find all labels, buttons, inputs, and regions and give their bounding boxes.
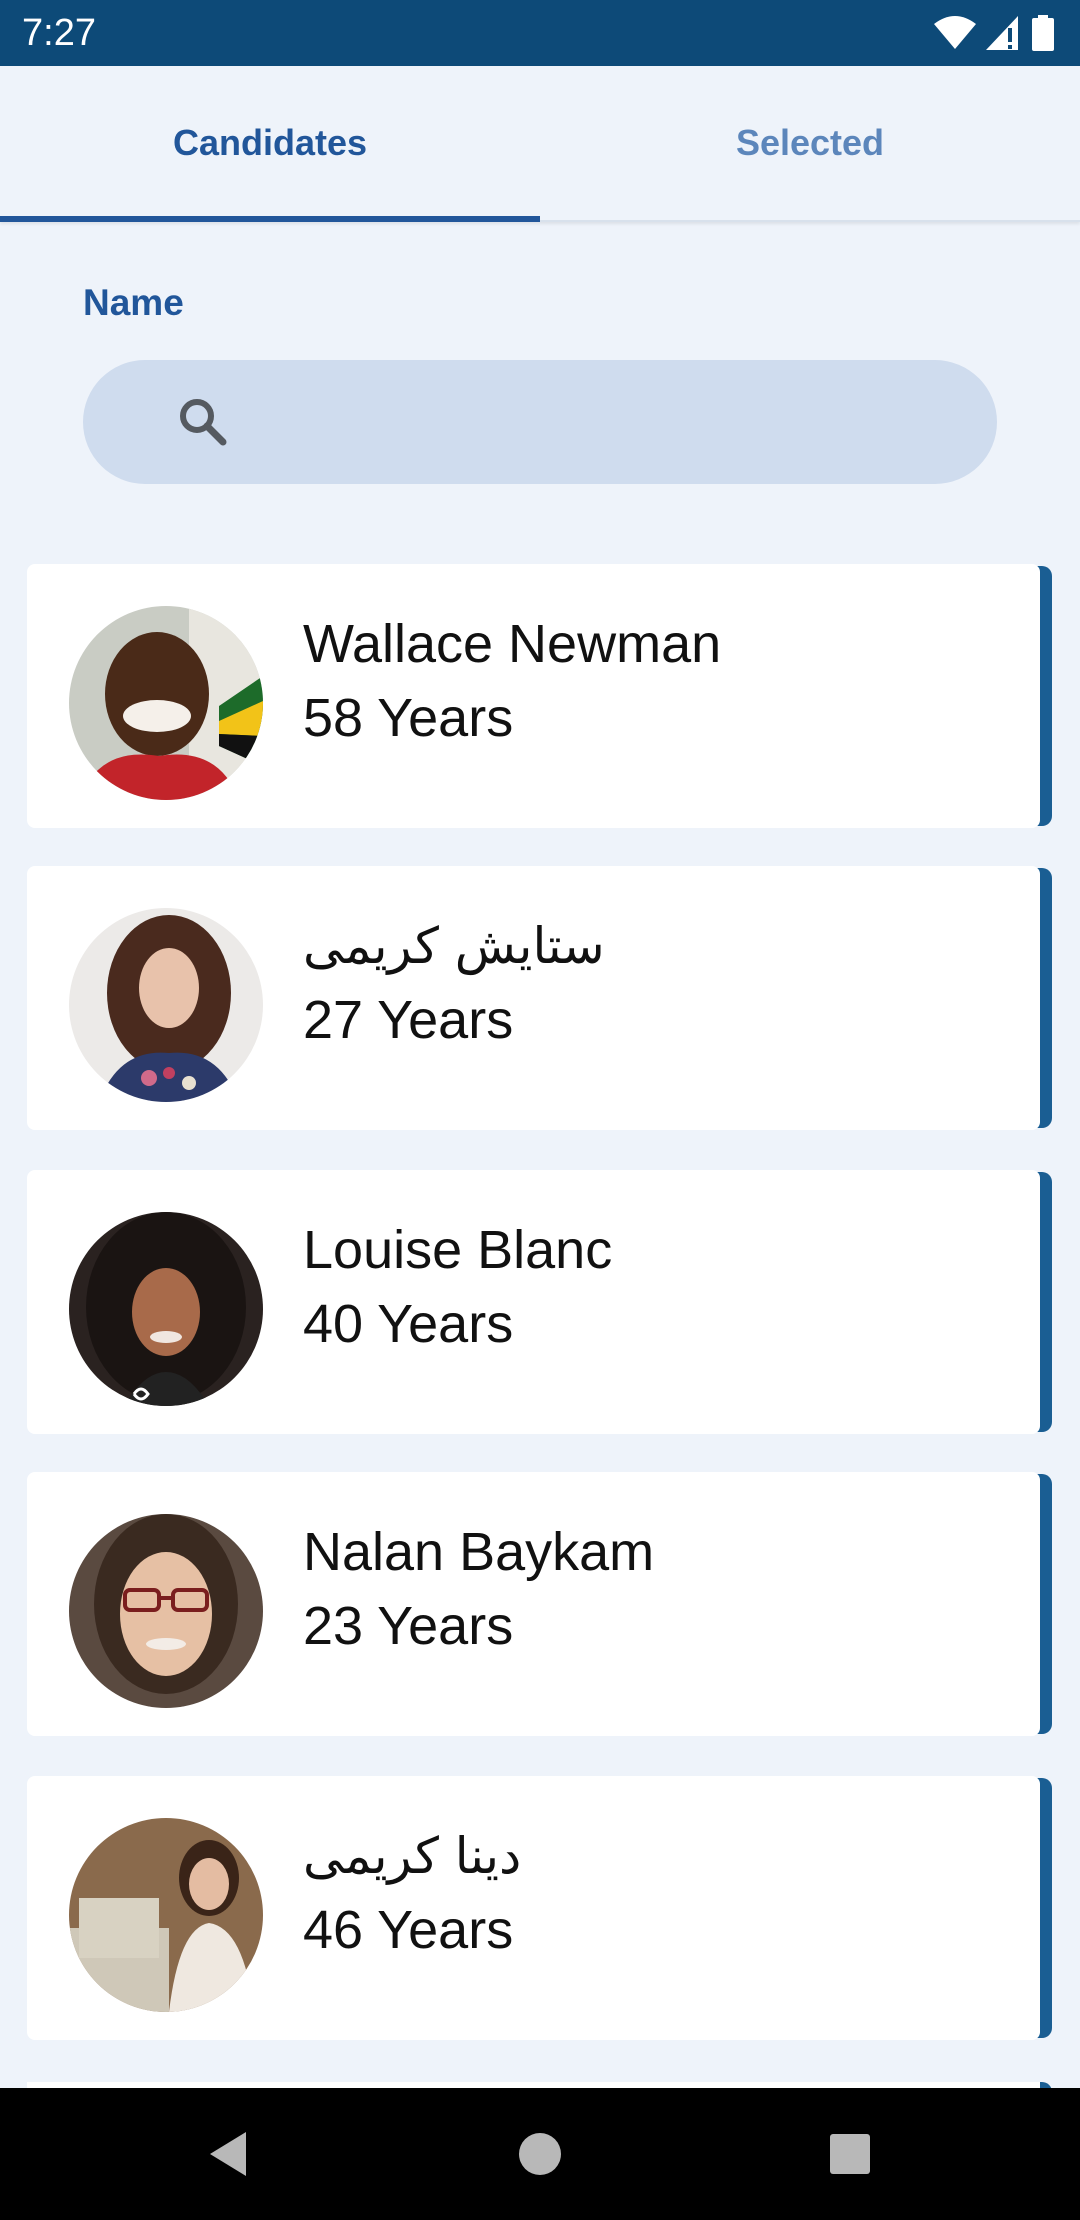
avatar <box>69 908 263 1102</box>
candidate-age: 46 Years <box>303 1900 514 1960</box>
recents-icon[interactable] <box>820 2124 880 2184</box>
avatar <box>69 1514 263 1708</box>
candidate-age: 27 Years <box>303 990 514 1050</box>
name-filter-label: Name <box>83 282 184 323</box>
status-icons <box>934 14 1054 52</box>
candidate-name: دینا کریمی <box>303 1827 522 1885</box>
candidate-card-body: دینا کریمی 46 Years <box>27 1776 1040 2040</box>
status-bar: 7:27 <box>0 0 1080 66</box>
avatar <box>69 606 263 800</box>
screen: 7:27 Candidates Selected Name Wallace Ne… <box>0 0 1080 2220</box>
avatar <box>69 1818 263 2012</box>
avatar <box>69 1212 263 1406</box>
candidate-card[interactable]: دینا کریمی 46 Years <box>27 1776 1052 2040</box>
search-input[interactable] <box>253 382 957 464</box>
candidate-age: 40 Years <box>303 1294 514 1354</box>
candidate-card[interactable]: Wallace Newman 58 Years <box>27 564 1052 828</box>
tab-candidates[interactable]: Candidates <box>0 66 540 220</box>
candidate-card-body: Louise Blanc 40 Years <box>27 1170 1040 1434</box>
system-nav-bar <box>0 2088 1080 2220</box>
candidate-name: Louise Blanc <box>303 1220 613 1280</box>
search-icon <box>175 394 231 450</box>
active-tab-indicator <box>0 216 540 222</box>
battery-icon <box>1032 15 1054 51</box>
candidate-card-body: Nalan Baykam 23 Years <box>27 1472 1040 1736</box>
candidate-card-body: ستایش کریمی 27 Years <box>27 866 1040 1130</box>
candidate-card[interactable]: Nalan Baykam 23 Years <box>27 1472 1052 1736</box>
wifi-icon <box>934 16 976 50</box>
signal-icon <box>986 16 1022 50</box>
candidate-card[interactable]: ستایش کریمی 27 Years <box>27 866 1052 1130</box>
tab-selected[interactable]: Selected <box>540 66 1080 220</box>
candidate-name: Wallace Newman <box>303 614 722 674</box>
back-icon[interactable] <box>202 2124 262 2184</box>
home-icon[interactable] <box>510 2124 570 2184</box>
status-time: 7:27 <box>22 12 96 54</box>
candidate-name: ستایش کریمی <box>303 917 605 975</box>
candidate-card-body: Wallace Newman 58 Years <box>27 564 1040 828</box>
tab-bar: Candidates Selected <box>0 66 1080 222</box>
candidate-age: 58 Years <box>303 688 514 748</box>
candidate-age: 23 Years <box>303 1596 514 1656</box>
candidate-card[interactable]: Louise Blanc 40 Years <box>27 1170 1052 1434</box>
search-box[interactable] <box>83 360 997 484</box>
candidate-name: Nalan Baykam <box>303 1522 655 1582</box>
